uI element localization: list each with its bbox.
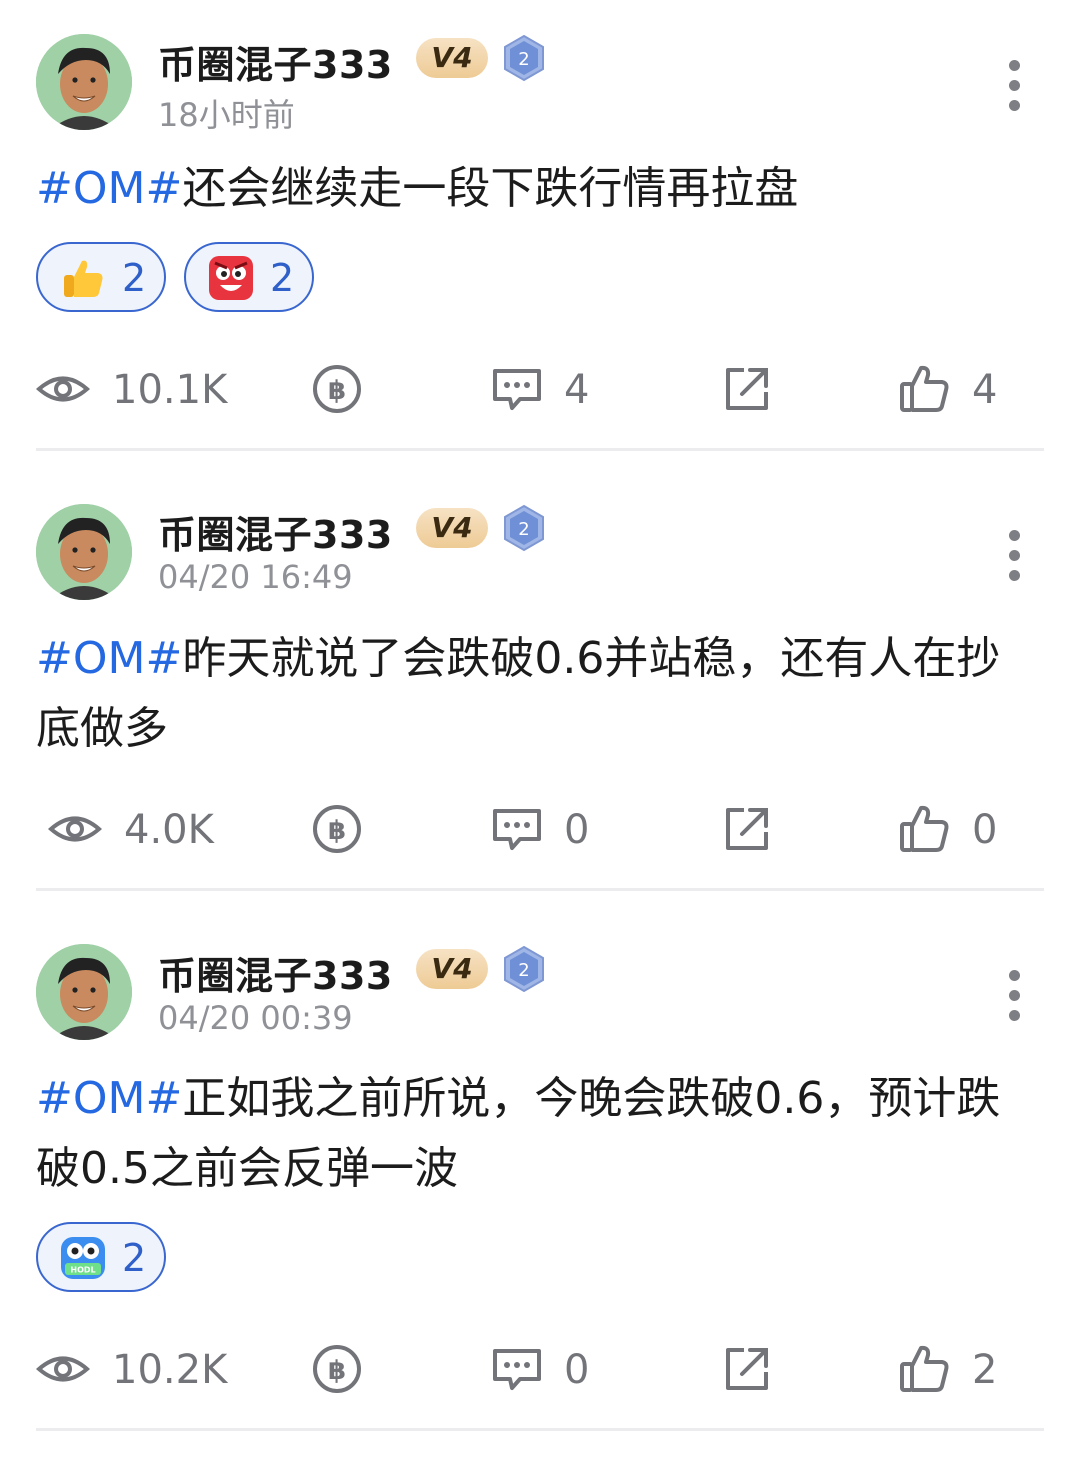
tip-button[interactable]: ฿ [310, 802, 364, 862]
views-count: 10.1K [112, 367, 228, 413]
share-button[interactable] [720, 362, 774, 422]
post-content[interactable]: #OM#昨天就说了会跌破0.6并站稳，还有人在抄底做多 [36, 624, 1026, 764]
vip-badge: V4 [416, 949, 488, 989]
thumbs-up-icon [898, 362, 952, 416]
tip-button[interactable]: ฿ [310, 362, 364, 422]
tip-button[interactable]: ฿ [310, 1342, 364, 1402]
hodl-owl-emoji-icon: HODL [58, 1233, 108, 1283]
comments-count: 0 [564, 1347, 590, 1393]
reaction-hodl[interactable]: HODL 2 [36, 1222, 166, 1292]
post-time: 04/20 16:49 [158, 558, 353, 596]
comments-count: 0 [564, 807, 590, 853]
eye-icon [36, 1342, 90, 1396]
avatar[interactable] [36, 504, 132, 600]
thumbs-up-emoji-icon [58, 253, 108, 303]
comments-count: 4 [564, 367, 590, 413]
views-count: 10.2K [112, 1347, 228, 1393]
views-stat: 10.1K [36, 362, 256, 422]
post-time: 18小时前 [158, 96, 295, 134]
views-count: 4.0K [124, 807, 214, 853]
more-options-icon[interactable] [1004, 530, 1024, 590]
avatar[interactable] [36, 944, 132, 1040]
comment-icon [490, 802, 544, 856]
views-stat: 10.2K [36, 1342, 256, 1402]
hodl-label: HODL [70, 1266, 95, 1275]
level-badge: 2 [502, 504, 546, 552]
eye-icon [36, 362, 90, 416]
svg-text:฿: ฿ [328, 376, 346, 406]
share-button[interactable] [720, 802, 774, 862]
coin-tip-icon: ฿ [310, 1342, 364, 1396]
thumbs-up-icon [898, 1342, 952, 1396]
vip-badge: V4 [416, 508, 488, 548]
divider [36, 1428, 1044, 1431]
reaction-count: 2 [122, 1236, 147, 1280]
comments-button[interactable]: 0 [490, 802, 610, 862]
hashtag-link[interactable]: #OM# [36, 1073, 182, 1124]
like-button[interactable]: 4 [898, 362, 1018, 422]
post-content[interactable]: #OM#还会继续走一段下跌行情再拉盘 [36, 154, 1026, 224]
level-number: 2 [518, 519, 529, 540]
comments-button[interactable]: 0 [490, 1342, 610, 1402]
divider [36, 888, 1044, 891]
hashtag-link[interactable]: #OM# [36, 163, 182, 214]
divider [36, 448, 1044, 451]
reaction-thumbs-up[interactable]: 2 [36, 242, 166, 312]
level-badge: 2 [502, 34, 546, 82]
comment-icon [490, 362, 544, 416]
level-number: 2 [518, 960, 529, 981]
eye-icon [48, 802, 102, 856]
vip-badge: V4 [416, 38, 488, 78]
share-button[interactable] [720, 1342, 774, 1402]
comments-button[interactable]: 4 [490, 362, 610, 422]
likes-count: 2 [972, 1347, 998, 1393]
likes-count: 4 [972, 367, 998, 413]
username[interactable]: 币圈混子333 [158, 945, 393, 1000]
avatar[interactable] [36, 34, 132, 130]
reaction-count: 2 [270, 256, 295, 300]
angry-face-emoji-icon [206, 253, 256, 303]
share-icon [720, 362, 774, 416]
username[interactable]: 币圈混子333 [158, 34, 393, 89]
likes-count: 0 [972, 807, 998, 853]
reaction-angry[interactable]: 2 [184, 242, 314, 312]
svg-text:฿: ฿ [328, 816, 346, 846]
more-options-icon[interactable] [1004, 970, 1024, 1030]
hashtag-link[interactable]: #OM# [36, 633, 182, 684]
level-number: 2 [518, 49, 529, 70]
post-content[interactable]: #OM#正如我之前所说，今晚会跌破0.6，预计跌破0.5之前会反弹一波 [36, 1064, 1026, 1204]
share-icon [720, 1342, 774, 1396]
views-stat: 4.0K [48, 802, 268, 862]
like-button[interactable]: 0 [898, 802, 1018, 862]
svg-text:฿: ฿ [328, 1356, 346, 1386]
post-text: 还会继续走一段下跌行情再拉盘 [182, 163, 799, 214]
comment-icon [490, 1342, 544, 1396]
thumbs-up-icon [898, 802, 952, 856]
coin-tip-icon: ฿ [310, 802, 364, 856]
more-options-icon[interactable] [1004, 60, 1024, 120]
reaction-count: 2 [122, 256, 147, 300]
level-badge: 2 [502, 945, 546, 993]
username[interactable]: 币圈混子333 [158, 504, 393, 559]
share-icon [720, 802, 774, 856]
coin-tip-icon: ฿ [310, 362, 364, 416]
post-time: 04/20 00:39 [158, 999, 353, 1037]
like-button[interactable]: 2 [898, 1342, 1018, 1402]
